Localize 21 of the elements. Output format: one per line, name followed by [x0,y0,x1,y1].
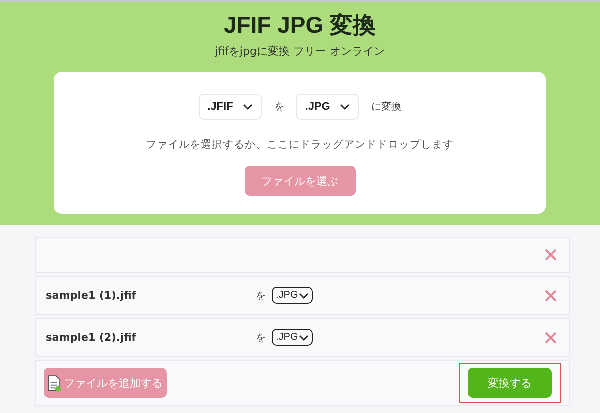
convert-label: に変換 [371,100,402,114]
joiner-label: を [256,332,266,344]
chevron-down-icon [299,334,310,340]
format-dropdown[interactable]: .JPG [272,287,314,304]
drop-hint: ファイルを選択するか、ここにドラッグアンドドロップします [146,138,454,152]
close-icon[interactable] [545,249,557,261]
close-icon[interactable] [545,332,557,344]
joiner-label: を [274,101,284,114]
joiner-label: を [256,290,266,302]
chevron-down-icon [243,104,254,110]
close-icon[interactable] [545,290,557,302]
format-dropdown[interactable]: .JFIF [198,94,262,120]
chevron-down-icon [340,104,350,110]
format-dropdown[interactable]: .JPG [296,94,360,120]
page-subtitle: jfifをjpgに変換 フリー オンライン [215,44,385,59]
format-dropdown[interactable]: .JPG [272,329,314,346]
file-name: sample1 (1).jfif [46,290,138,302]
add-document-icon [48,374,61,392]
page-title: JFIF JPG 変換 [224,11,376,40]
file-name: sample1 (2).jfif [46,332,138,344]
chevron-down-icon [299,292,310,298]
